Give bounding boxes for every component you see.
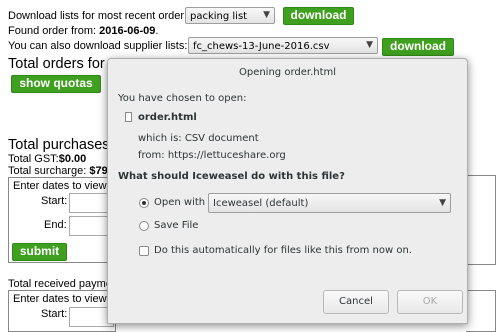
file-name: order.html: [138, 112, 197, 123]
chevron-down-icon: ▼: [366, 40, 373, 50]
found-order-text: Found order from: 2016-06-09.: [8, 25, 159, 37]
dialog-title: Opening order.html: [238, 67, 337, 78]
save-file-radio[interactable]: [139, 221, 149, 231]
chevron-down-icon: ▼: [439, 198, 446, 208]
received-box-right-edge: [466, 290, 496, 332]
list-type-value: packing list: [190, 11, 248, 22]
received-start-label: Start:: [41, 308, 68, 320]
download-supplier-button[interactable]: download: [382, 38, 454, 56]
orders-heading: Total orders for: [8, 56, 105, 72]
open-with-value: Iceweasel (default): [213, 198, 309, 209]
open-file-dialog: Opening order.html You have chosen to op…: [107, 58, 468, 324]
cancel-button[interactable]: Cancel: [323, 290, 389, 314]
received-date-label: Enter dates to view r: [13, 293, 114, 305]
open-with-label[interactable]: Open with: [154, 197, 205, 208]
auto-checkbox[interactable]: [139, 246, 149, 256]
supplier-list-value: fc_chews-13-June-2016.csv: [193, 41, 330, 52]
download-button[interactable]: download: [283, 7, 354, 25]
chosen-label: You have chosen to open:: [118, 93, 247, 104]
submit-button[interactable]: submit: [12, 243, 67, 261]
received-heading: Total received payme: [8, 278, 112, 290]
open-with-select[interactable]: Iceweasel (default) ▼: [208, 193, 451, 213]
open-with-radio[interactable]: [139, 198, 149, 208]
total-surcharge: Total surcharge: $79.: [8, 165, 111, 177]
total-gst: Total GST:$0.00: [8, 153, 87, 165]
list-type-select[interactable]: packing list ▼: [185, 7, 275, 24]
gst-value: $0.00: [58, 153, 87, 165]
auto-label[interactable]: Do this automatically for files like thi…: [154, 245, 412, 256]
ok-button[interactable]: OK: [397, 290, 463, 314]
download-recent-label: Download lists for most recent order:: [8, 10, 188, 22]
purchases-heading: Total purchases: [8, 137, 110, 153]
save-file-label[interactable]: Save File: [154, 220, 198, 231]
supplier-lists-label: You can also download supplier lists:: [8, 40, 188, 52]
chevron-down-icon: ▼: [263, 10, 270, 20]
show-quotas-button[interactable]: show quotas: [11, 75, 101, 93]
end-label: End:: [44, 219, 67, 231]
supplier-list-select[interactable]: fc_chews-13-June-2016.csv ▼: [188, 37, 378, 54]
file-type: which is: CSV document: [138, 133, 259, 144]
start-label: Start:: [41, 195, 68, 207]
found-order-date: 2016-06-09: [99, 25, 156, 37]
purchases-date-label: Enter dates to view p: [13, 180, 116, 192]
document-icon: [125, 112, 132, 122]
file-source: from: https://lettuceshare.org: [138, 150, 286, 161]
purchases-box-right-edge: [466, 175, 496, 265]
dialog-question: What should Iceweasel do with this file?: [118, 171, 345, 182]
